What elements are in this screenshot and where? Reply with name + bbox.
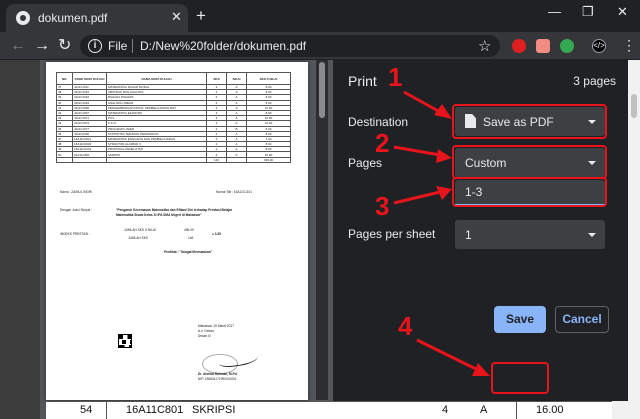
info-icon[interactable]: i xyxy=(88,39,102,53)
back-arrow-icon[interactable]: ← xyxy=(10,36,26,56)
thesis-title-line: "Pengaruh Kecemasan Matematika dan Efika… xyxy=(116,208,233,212)
cancel-button[interactable]: Cancel xyxy=(555,306,609,333)
grade-row-name: SKRIPSI xyxy=(192,404,236,416)
menu-dots-icon[interactable]: ⋮ xyxy=(622,37,636,54)
preview-scrollbar-thumb[interactable] xyxy=(319,62,325,118)
step-number: 4 xyxy=(398,311,413,341)
address-bar[interactable]: i File D:/New%20folder/dokumen.pdf ☆ xyxy=(80,35,500,57)
pages-per-sheet-label: Pages per sheet xyxy=(348,227,436,241)
print-preview-page: NO. KODE MATA KULIAH NAMA MATA KULIAH SK… xyxy=(46,62,308,400)
pages-select[interactable]: Custom xyxy=(455,148,605,177)
grade-row-score: 16.00 xyxy=(536,404,564,416)
custom-pages-input[interactable] xyxy=(455,180,603,204)
grade-row-divider xyxy=(106,402,107,419)
table-cell xyxy=(72,156,107,163)
signer-role: A.n. Dekan, xyxy=(198,329,215,333)
table-cell: 496.00 xyxy=(246,156,291,163)
extension-icon[interactable] xyxy=(560,39,574,53)
destination-value: Save as PDF xyxy=(483,115,554,129)
student-name: Nama : ZAINUL INDRI xyxy=(60,190,92,194)
table-cell xyxy=(56,156,73,163)
tab-title: dokumen.pdf xyxy=(38,11,108,25)
chevron-down-icon xyxy=(588,161,596,165)
qr-code xyxy=(118,334,132,348)
save-button[interactable]: Save xyxy=(494,306,546,333)
signer-nip: NIP. 196504171990031001 xyxy=(198,377,237,381)
table-header-row: NO. KODE MATA KULIAH NAMA MATA KULIAH SK… xyxy=(56,72,291,85)
tab-strip: dokumen.pdf ✕ + — ❐ ✕ xyxy=(0,0,640,32)
thesis-label: Dengan Judul Skripsi : xyxy=(60,208,92,212)
ipk-formula-bottom: JUMLAH SKS xyxy=(128,236,149,240)
ipk-value-bottom: 146 xyxy=(188,236,194,240)
ipk-result: = 3.39 xyxy=(212,232,221,236)
forward-arrow-icon[interactable]: → xyxy=(34,36,50,56)
pages-per-sheet-value: 1 xyxy=(465,228,472,242)
step-number: 2 xyxy=(375,128,390,158)
student-number: Nomor Stb : 16A11C1101 xyxy=(216,190,253,194)
url-text[interactable]: D:/New%20folder/dokumen.pdf xyxy=(140,39,306,53)
grade-row-sks: 4 xyxy=(442,404,449,416)
print-settings-panel: Print 3 pages Destination Save as PDF Pa… xyxy=(333,60,628,401)
browser-tab[interactable]: dokumen.pdf ✕ xyxy=(6,4,188,32)
table-header-cell: SKS xyxy=(206,72,227,85)
grade-row-code: 16A11C801 xyxy=(126,404,184,416)
close-window-button[interactable]: ✕ xyxy=(617,4,628,20)
step-number: 3 xyxy=(375,191,390,221)
table-header-cell: NO. xyxy=(56,72,73,85)
pdf-grade-row: 54 16A11C801 SKRIPSI 4 A 16.00 xyxy=(46,401,612,419)
tab-close-icon[interactable]: ✕ xyxy=(171,10,182,24)
table-total-row: 146 496.00 xyxy=(56,156,291,163)
chevron-down-icon xyxy=(588,233,596,237)
grades-table-body: 37 4111C1011 MATEMATIKA DASAR MODAL 2 A 8.00 3… xyxy=(56,83,291,163)
table-header-cell: NILAI xyxy=(226,72,247,85)
browser-toolbar: ← → ↻ i File D:/New%20folder/dokumen.pdf… xyxy=(0,32,640,60)
pages-value: Custom xyxy=(465,156,507,170)
destination-select[interactable]: Save as PDF xyxy=(455,107,605,136)
url-scheme-label: File xyxy=(108,39,128,53)
ipk-label: INDEKS PRESTASI : xyxy=(60,232,91,236)
grade-row-divider xyxy=(516,402,517,419)
table-header-cell: NAMA MATA KULIAH xyxy=(106,72,207,85)
ipk-formula-top: JUMLAH SKS X NILAI xyxy=(124,228,156,232)
minimize-button[interactable]: — xyxy=(548,4,561,19)
reload-icon[interactable]: ↻ xyxy=(58,36,71,56)
omnibox-separator xyxy=(132,39,133,53)
signer-name: Dr. Ahmad Rahman, M.Pd. xyxy=(198,372,238,376)
extension-icon[interactable] xyxy=(536,39,550,53)
adblock-extension-icon[interactable] xyxy=(512,39,526,53)
grade-row-grade: A xyxy=(480,404,488,416)
table-header-cell: SKS X NILAI xyxy=(246,72,291,85)
grade-row-no: 54 xyxy=(80,404,93,416)
signature xyxy=(217,349,259,369)
pages-per-sheet-select[interactable]: 1 xyxy=(455,220,605,249)
table-cell xyxy=(226,156,247,163)
new-tab-button[interactable]: + xyxy=(196,7,206,24)
table-cell: 146 xyxy=(206,156,227,163)
page-count: 3 pages xyxy=(573,74,616,88)
bookmark-star-icon[interactable]: ☆ xyxy=(478,37,491,55)
custom-pages-field[interactable] xyxy=(455,180,605,206)
signer-role: Dekan III xyxy=(198,334,211,338)
document-icon xyxy=(465,114,476,128)
chevron-down-icon xyxy=(588,120,596,124)
print-title: Print xyxy=(348,73,377,89)
predicate: Predikat : "Sangat Memuaskan" xyxy=(164,250,213,254)
pages-label: Pages xyxy=(348,156,383,170)
thesis-title-line: Matematika Siswa Kelas XI IPA SMA Negeri… xyxy=(116,213,202,217)
pdf-viewer-background xyxy=(0,60,40,419)
place-date: Makassar, 19 Maret 2017 xyxy=(198,324,234,328)
step-number: 1 xyxy=(388,62,403,92)
table-header-cell: KODE MATA KULIAH xyxy=(72,72,107,85)
ipk-value-top: 496.00 xyxy=(184,228,194,232)
devtools-extension-icon[interactable]: </> xyxy=(592,39,606,53)
maximize-button[interactable]: ❐ xyxy=(582,4,594,20)
grades-table: NO. KODE MATA KULIAH NAMA MATA KULIAH SK… xyxy=(56,72,291,163)
chrome-page-icon xyxy=(16,11,30,25)
panel-scrollbar-thumb[interactable] xyxy=(631,94,637,118)
table-cell xyxy=(106,156,207,163)
destination-label: Destination xyxy=(348,115,409,129)
